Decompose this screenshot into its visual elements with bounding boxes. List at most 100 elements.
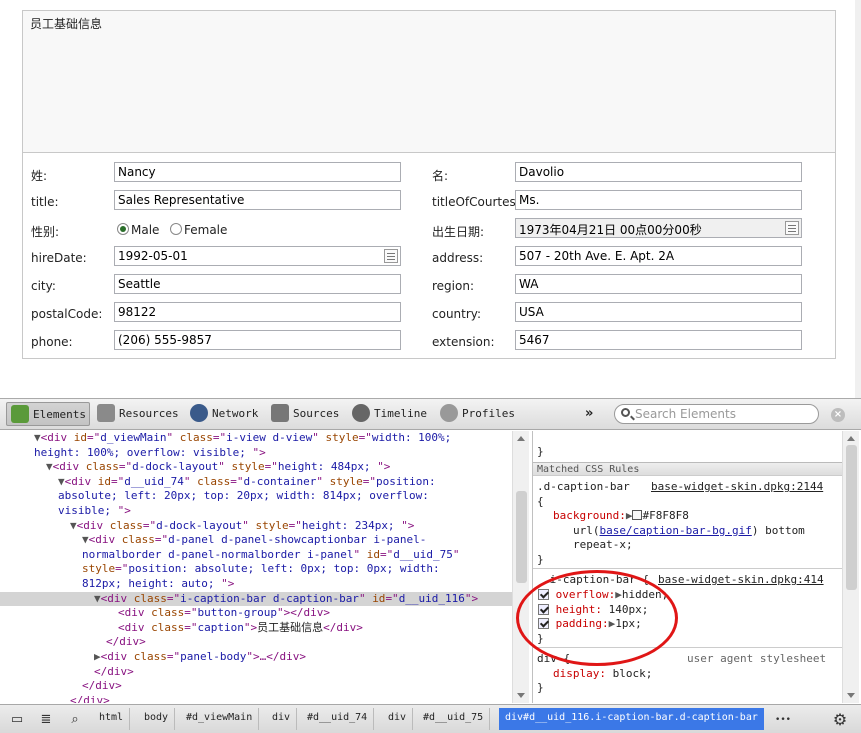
dom-node[interactable]: </div>	[0, 694, 512, 703]
title-input[interactable]: Sales Representative	[114, 190, 401, 210]
gender-female-label[interactable]: Female	[184, 223, 227, 237]
rule-close: }	[537, 445, 544, 458]
dom-node-selected[interactable]: ▼<div class="i-caption-bar d-caption-bar…	[0, 591, 512, 607]
close-icon[interactable]: ×	[831, 408, 845, 422]
gender-female-radio[interactable]	[170, 223, 182, 235]
form-row: postalCode: 98122 country: USA	[23, 301, 835, 329]
breadcrumb-item[interactable]: #d_viewMain	[180, 708, 260, 730]
matched-css-rules-header[interactable]: Matched CSS Rules	[533, 462, 842, 476]
hiredate-value: 1992-05-01	[118, 249, 188, 263]
dom-node[interactable]: <div class="button-group"></div>	[0, 606, 512, 621]
dom-node[interactable]: </div>	[0, 679, 512, 694]
property-checkbox[interactable]	[538, 603, 549, 615]
postalcode-input[interactable]: 98122	[114, 302, 401, 322]
birthdate-input[interactable]: 1973年04月21日 00点00分00秒	[515, 218, 802, 238]
dom-tree[interactable]: ▼<div id="d_viewMain" class="i-view d-vi…	[0, 431, 512, 703]
dom-tree-scrollbar[interactable]	[512, 431, 529, 703]
devtools-toolbar: Elements Resources Network Sources Timel…	[0, 399, 861, 430]
dom-node[interactable]: height: 100%; overflow: visible; ">	[0, 446, 512, 461]
dom-node[interactable]: ▼<div class="d-panel d-panel-showcaption…	[0, 533, 512, 548]
breadcrumb-item[interactable]: html	[93, 708, 131, 730]
dom-node[interactable]: ▼<div class="d-dock-layout" style="heigh…	[0, 460, 512, 475]
dom-node[interactable]: ▶<div class="panel-body">…</div>	[0, 650, 512, 665]
country-input[interactable]: USA	[515, 302, 802, 322]
form-row: hireDate: 1992-05-01 address: 507 - 20th…	[23, 245, 835, 273]
rule-source-link[interactable]: base-widget-skin.dpkg:2144	[651, 480, 835, 495]
search-elements-input[interactable]: Search Elements	[614, 404, 819, 424]
calendar-icon[interactable]	[384, 249, 398, 263]
dom-node[interactable]: 812px; height: auto; ">	[0, 577, 512, 592]
scrollbar-thumb[interactable]	[846, 445, 857, 590]
breadcrumb-item[interactable]: #d__uid_75	[417, 708, 491, 730]
hiredate-input[interactable]: 1992-05-01	[114, 246, 401, 266]
more-options-icon[interactable]: •••	[772, 710, 794, 730]
scroll-up-icon[interactable]	[517, 436, 525, 441]
address-input[interactable]: 507 - 20th Ave. E. Apt. 2A	[515, 246, 802, 266]
rule-close: }	[537, 552, 544, 566]
form-row: 姓: Nancy 名: Davolio	[23, 161, 835, 189]
tab-elements[interactable]: Elements	[6, 402, 90, 426]
dom-node[interactable]: ▼<div id="d__uid_74" class="d-container"…	[0, 475, 512, 490]
tab-resources[interactable]: Resources	[93, 402, 182, 426]
css-property[interactable]: overflow:▶hidden;	[538, 588, 842, 603]
lastname-label: 姓:	[31, 169, 48, 183]
dom-node[interactable]: </div>	[0, 635, 512, 650]
dom-node[interactable]: absolute; left: 20px; top: 20px; width: …	[0, 489, 512, 504]
styles-scrollbar[interactable]	[842, 431, 859, 703]
breadcrumb-item[interactable]: div	[266, 708, 298, 730]
dom-node[interactable]: style="position: absolute; left: 0px; to…	[0, 562, 512, 577]
dock-icon[interactable]: ▭	[6, 710, 28, 730]
dom-node[interactable]: <div class="caption">员工基础信息</div>	[0, 621, 512, 636]
search-icon	[621, 408, 630, 417]
dom-node[interactable]: normalborder d-panel-normalborder i-pane…	[0, 548, 512, 563]
css-property[interactable]: background:▶ #F8F8F8	[553, 509, 842, 524]
page-scrollbar[interactable]	[855, 0, 861, 398]
property-checkbox[interactable]	[538, 589, 549, 600]
dom-node[interactable]: ▼<div id="d_viewMain" class="i-view d-vi…	[0, 431, 512, 446]
dom-node[interactable]: visible; ">	[0, 504, 512, 519]
lastname-input[interactable]: Nancy	[114, 162, 401, 182]
breadcrumb-item[interactable]: body	[138, 708, 176, 730]
phone-input[interactable]: (206) 555-9857	[114, 330, 401, 350]
tab-network[interactable]: Network	[186, 402, 261, 426]
gear-icon[interactable]: ⚙	[830, 710, 850, 730]
color-swatch[interactable]	[632, 510, 643, 520]
caption-bar: 员工基础信息	[23, 11, 835, 153]
css-property[interactable]: height: 140px;	[538, 603, 842, 618]
birthdate-label: 出生日期:	[432, 225, 485, 239]
breadcrumb-item[interactable]: div	[382, 708, 414, 730]
breadcrumb-item[interactable]: #d__uid_74	[301, 708, 375, 730]
rule-open: {	[537, 494, 544, 508]
tab-label: Timeline	[374, 407, 427, 420]
property-checkbox[interactable]	[538, 618, 549, 629]
tab-label: Profiles	[462, 407, 515, 420]
console-icon[interactable]: ≣	[35, 710, 57, 730]
scroll-down-icon[interactable]	[847, 693, 855, 698]
dom-node[interactable]: </div>	[0, 665, 512, 680]
css-property: display: block;	[553, 666, 653, 680]
scroll-up-icon[interactable]	[847, 436, 855, 441]
scroll-down-icon[interactable]	[517, 693, 525, 698]
tab-profiles[interactable]: Profiles	[436, 402, 518, 426]
scrollbar-thumb[interactable]	[516, 491, 527, 583]
rule-source: user agent stylesheet	[687, 652, 827, 665]
dom-node[interactable]: ▼<div class="d-dock-layout" style="heigh…	[0, 519, 512, 534]
more-tabs-chevron-icon[interactable]: »	[585, 406, 593, 421]
extension-input[interactable]: 5467	[515, 330, 802, 350]
rule-source-link[interactable]: base-widget-skin.dpkg:414	[658, 573, 838, 588]
panel-caption: 员工基础信息	[30, 17, 103, 31]
tab-sources[interactable]: Sources	[267, 402, 342, 426]
birthdate-value: 1973年04月21日 00点00分00秒	[519, 223, 702, 237]
gender-male-radio[interactable]	[117, 223, 129, 235]
city-input[interactable]: Seattle	[114, 274, 401, 294]
tab-timeline[interactable]: Timeline	[348, 402, 430, 426]
styles-pane[interactable]: } Matched CSS Rules .d-caption-bar base-…	[532, 431, 842, 703]
inspect-search-icon[interactable]: ⌕	[64, 710, 86, 730]
firstname-input[interactable]: Davolio	[515, 162, 802, 182]
breadcrumb-item-selected[interactable]: div#d__uid_116.i-caption-bar.d-caption-b…	[499, 708, 764, 730]
calendar-icon[interactable]	[785, 221, 799, 235]
gender-male-label[interactable]: Male	[131, 223, 159, 237]
titleofcourtesy-input[interactable]: Ms.	[515, 190, 802, 210]
region-input[interactable]: WA	[515, 274, 802, 294]
css-property[interactable]: padding:▶1px;	[538, 617, 842, 632]
